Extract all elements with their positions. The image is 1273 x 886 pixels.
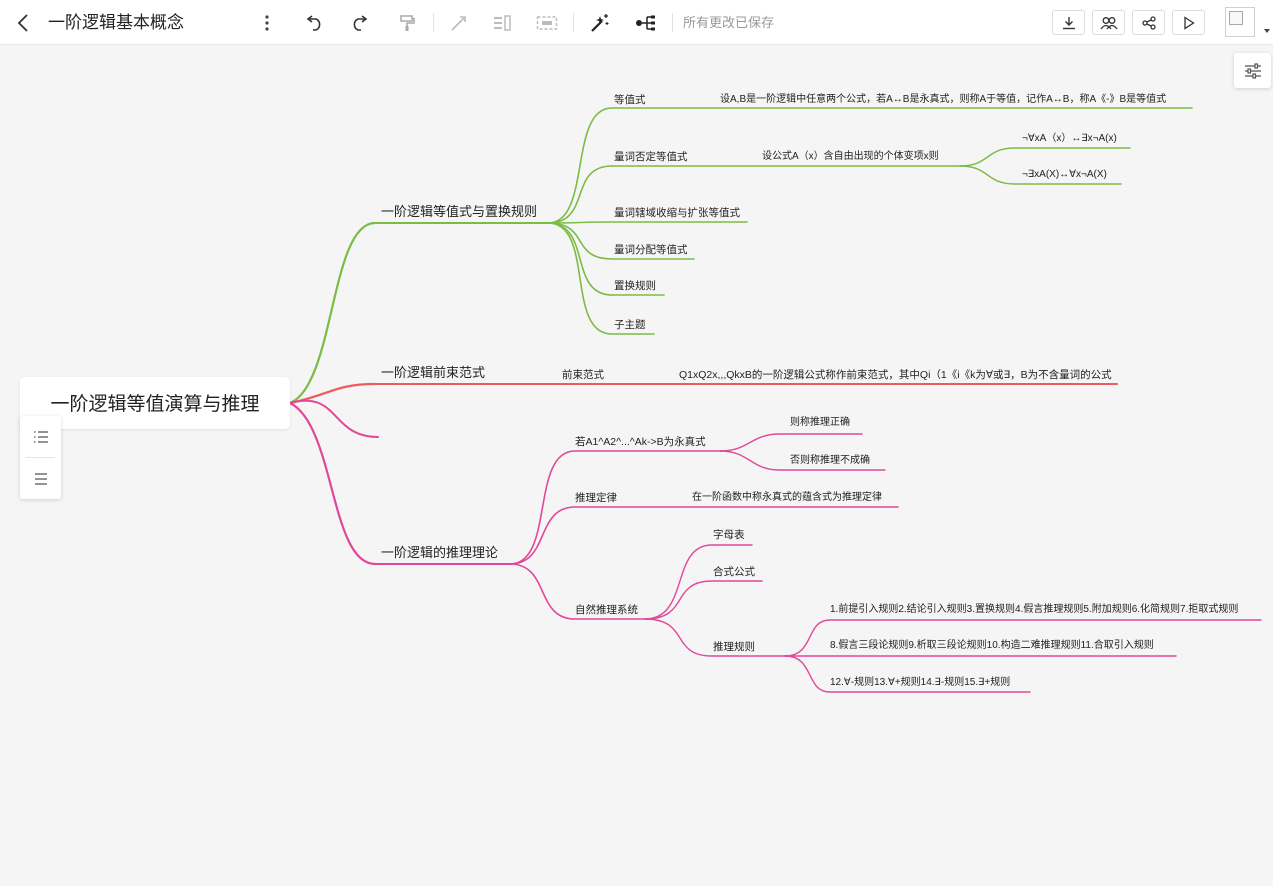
natural-wff[interactable]: 合式公式 (713, 564, 755, 580)
download-button[interactable] (1052, 10, 1085, 35)
natural-inference-rules[interactable]: 推理规则 (713, 639, 755, 655)
topic-equivalence-replacement[interactable]: 一阶逻辑等值式与置换规则 (381, 204, 537, 220)
natural-alphabet[interactable]: 字母表 (713, 527, 745, 543)
rules-list-1[interactable]: 1.前提引入规则2.结论引入规则3.置换规则4.假言推理规则5.附加规则6.化简… (830, 602, 1238, 618)
broken-image-icon (1229, 11, 1243, 25)
connector-icon[interactable] (448, 0, 470, 45)
avatar[interactable] (1225, 7, 1255, 37)
save-status: 所有更改已保存 (683, 15, 775, 30)
back-icon[interactable] (12, 0, 34, 45)
subtopic-prenex[interactable]: 前束范式 (562, 367, 604, 383)
quantifier-negation-condition[interactable]: 设公式A（x）含自由出现的个体变项x则 (762, 149, 939, 165)
subtopic-placeholder[interactable]: 子主题 (614, 317, 646, 333)
inference-invalid[interactable]: 否则称推理不成确 (790, 453, 870, 469)
rules-list-2[interactable]: 8.假言三段论规则9.析取三段论规则10.构造二难推理规则11.合取引入规则 (830, 638, 1154, 654)
topic-inference-theory[interactable]: 一阶逻辑的推理理论 (381, 545, 498, 561)
magic-wand-icon[interactable] (588, 0, 612, 45)
boundary-icon[interactable] (535, 0, 559, 45)
outline-view-button[interactable] (20, 416, 61, 457)
subtopic-natural-deduction[interactable]: 自然推理系统 (575, 602, 638, 618)
chevron-down-icon[interactable] (1264, 20, 1270, 38)
present-button[interactable] (1172, 10, 1205, 35)
toolbar-divider (573, 13, 574, 32)
rule-not-exists[interactable]: ¬∃xA(X)↔∀x¬A(X) (1022, 167, 1107, 183)
format-painter-icon[interactable] (396, 0, 418, 45)
share-icon (1141, 15, 1156, 30)
subtopic-inference-law[interactable]: 推理定律 (575, 490, 617, 506)
subtopic-equivalence[interactable]: 等值式 (614, 92, 646, 108)
toolbar-divider (672, 13, 673, 32)
rule-not-forall[interactable]: ¬∀xA（x）↔∃x¬A(x) (1022, 131, 1117, 147)
subtopic-quantifier-scope[interactable]: 量词辖域收缩与扩张等值式 (614, 205, 740, 221)
view-switcher-panel (20, 416, 61, 499)
inference-law-definition[interactable]: 在一阶函数中称永真式的蕴含式为推理定律 (692, 490, 882, 506)
subtopic-quantifier-distribution[interactable]: 量词分配等值式 (614, 242, 688, 258)
inference-valid[interactable]: 则称推理正确 (790, 415, 850, 431)
more-icon[interactable] (258, 0, 276, 45)
rules-list-3[interactable]: 12.∀-规则13.∀+规则14.∃-规则15.∃+规则 (830, 675, 1010, 691)
top-toolbar: 一阶逻辑基本概念 所有更改已保存 (0, 0, 1273, 45)
summary-icon[interactable] (491, 0, 513, 45)
topic-prenex-normal-form[interactable]: 一阶逻辑前束范式 (381, 365, 485, 381)
list-icon (33, 430, 48, 443)
collaborate-button[interactable] (1092, 10, 1125, 35)
text-view-button[interactable] (20, 458, 61, 499)
download-icon (1062, 16, 1075, 29)
redo-icon[interactable] (348, 0, 372, 45)
play-icon (1183, 15, 1195, 30)
subtopic-replacement-rule[interactable]: 置换规则 (614, 278, 656, 294)
mindmap-canvas[interactable]: 一阶逻辑等值演算与推理 一阶逻辑等值式与置换规则 等值式 设A,B是一阶逻辑中任… (0, 45, 1273, 886)
structure-icon[interactable] (634, 0, 658, 45)
prenex-definition[interactable]: Q1xQ2x,,,QkxB的一阶逻辑公式称作前束范式，其中Qi（1《i《k为∀或… (679, 367, 1112, 383)
share-button[interactable] (1132, 10, 1165, 35)
subtopic-tautology-condition[interactable]: 若A1^A2^...^Ak->B为永真式 (575, 434, 706, 450)
users-icon (1099, 16, 1118, 29)
equivalence-definition[interactable]: 设A,B是一阶逻辑中任意两个公式，若A↔B是永真式，则称A于等值，记作A↔B，称… (720, 92, 1166, 108)
undo-icon[interactable] (302, 0, 326, 45)
toolbar-divider (433, 13, 434, 32)
subtopic-quantifier-negation[interactable]: 量词否定等值式 (614, 149, 688, 165)
document-title[interactable]: 一阶逻辑基本概念 (48, 0, 184, 45)
menu-icon (34, 472, 47, 485)
